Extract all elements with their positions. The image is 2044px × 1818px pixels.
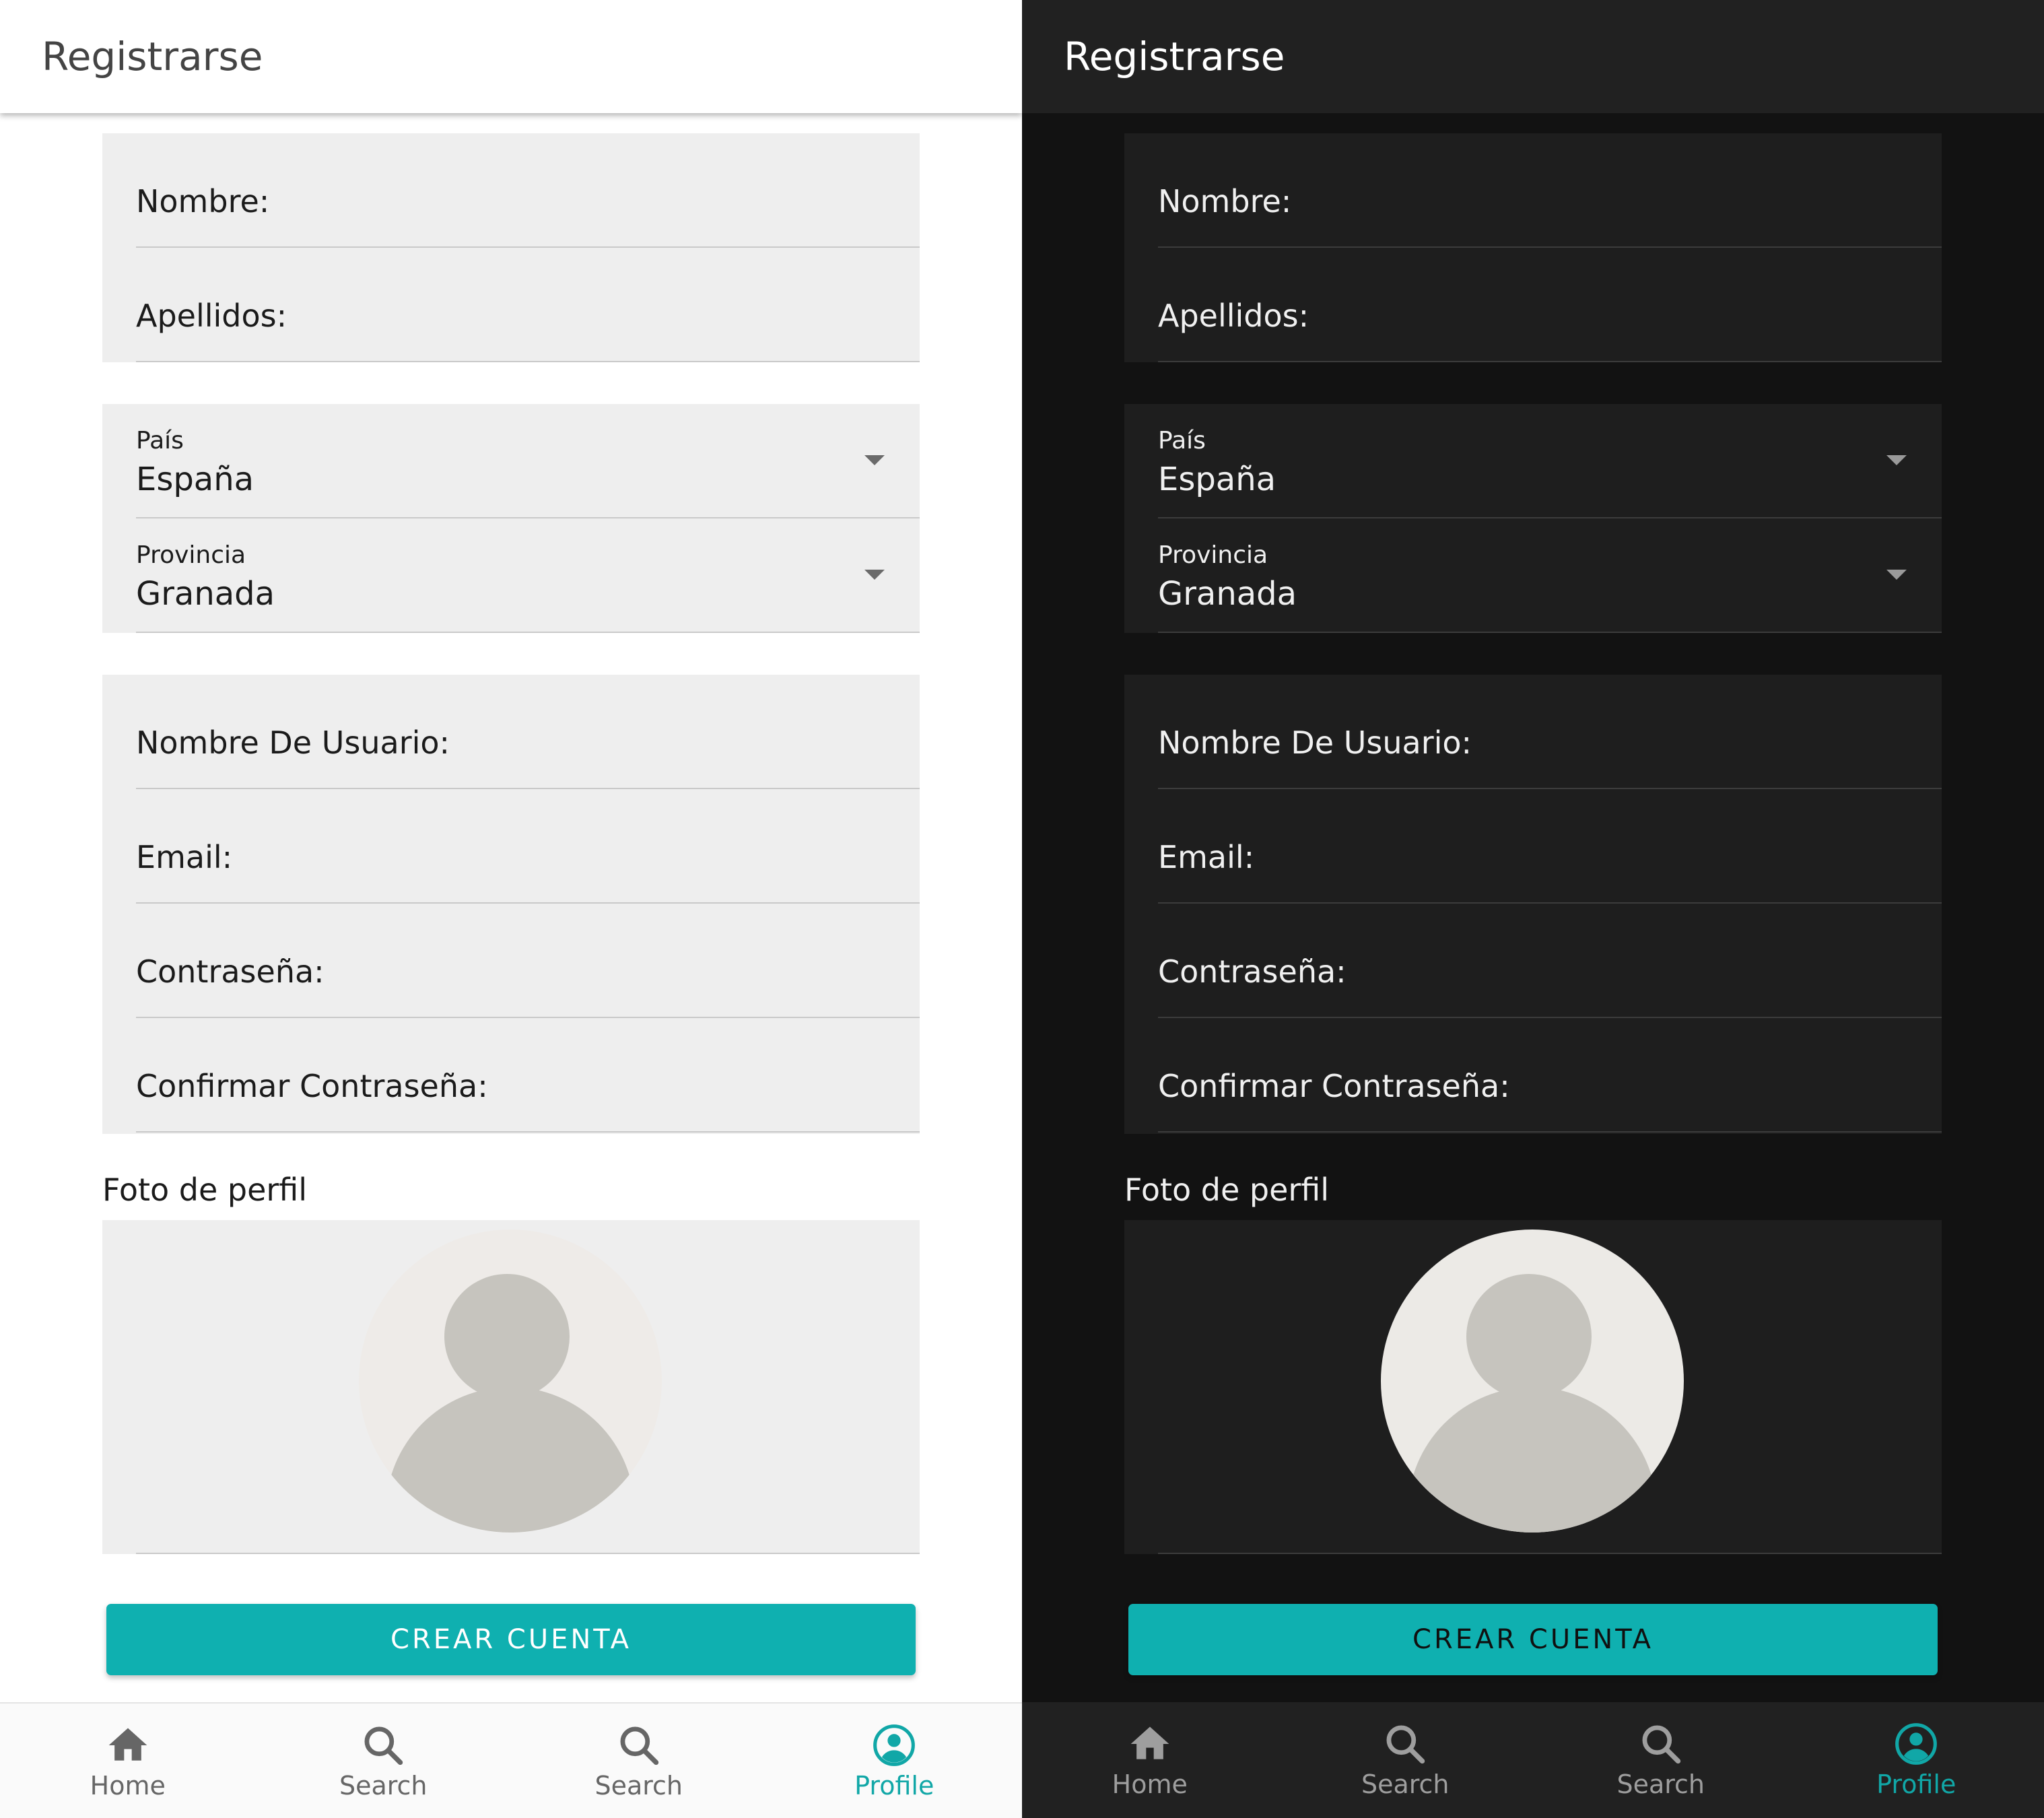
password-field[interactable]: Contraseña: xyxy=(136,904,920,1018)
password-label: Contraseña: xyxy=(136,953,325,990)
pais-label: País xyxy=(136,427,184,454)
home-icon xyxy=(1130,1726,1169,1759)
nav-profile-label: Profile xyxy=(1876,1770,1956,1799)
light-theme-screen: Registrarse Nombre: Apellidos: País Espa… xyxy=(0,0,1022,1818)
nombre-field[interactable]: Nombre: xyxy=(136,133,920,248)
provincia-label: Provincia xyxy=(1158,541,1268,569)
search-icon xyxy=(364,1726,403,1765)
search-icon xyxy=(1386,1725,1425,1764)
avatar-body xyxy=(386,1387,635,1533)
nav-search-2-label: Search xyxy=(594,1771,683,1800)
nav-profile[interactable]: Profile xyxy=(1789,1702,2044,1818)
nav-home[interactable]: Home xyxy=(0,1704,256,1818)
avatar-head xyxy=(1466,1274,1592,1399)
email-field[interactable]: Email: xyxy=(136,789,920,904)
page-title: Registrarse xyxy=(42,34,263,79)
apellidos-label: Apellidos: xyxy=(136,298,287,334)
profile-icon xyxy=(1895,1723,1938,1765)
usuario-field[interactable]: Nombre De Usuario: xyxy=(1158,675,1942,789)
account-card: Nombre De Usuario: Email: Contraseña: Co… xyxy=(102,675,920,1134)
profile-photo-picker[interactable] xyxy=(1124,1220,1942,1554)
nav-home[interactable]: Home xyxy=(1022,1702,1278,1818)
pais-select[interactable]: País España xyxy=(1158,404,1942,518)
name-card: Nombre: Apellidos: xyxy=(1124,133,1942,362)
dropdown-arrow-icon[interactable] xyxy=(864,570,885,580)
confirm-password-field[interactable]: Confirmar Contraseña: xyxy=(1158,1018,1942,1133)
bottom-nav: Home Search Search Profile xyxy=(0,1702,1022,1818)
search-icon xyxy=(1642,1725,1680,1764)
photo-label: Foto de perfil xyxy=(102,1172,308,1208)
nav-search-label: Search xyxy=(1361,1770,1450,1799)
dark-theme-screen: Registrarse Nombre: Apellidos: País Espa… xyxy=(1022,0,2044,1818)
provincia-select[interactable]: Provincia Granada xyxy=(136,518,920,633)
nav-search-label: Search xyxy=(339,1771,428,1800)
usuario-field[interactable]: Nombre De Usuario: xyxy=(136,675,920,789)
nav-search-2[interactable]: Search xyxy=(1533,1702,1789,1818)
nav-profile[interactable]: Profile xyxy=(767,1704,1023,1818)
search-icon xyxy=(620,1726,658,1765)
app-bar: Registrarse xyxy=(1022,0,2044,113)
avatar-placeholder-icon[interactable] xyxy=(359,1230,662,1533)
password-label: Contraseña: xyxy=(1158,953,1347,990)
pais-label: País xyxy=(1158,427,1206,454)
account-card: Nombre De Usuario: Email: Contraseña: Co… xyxy=(1124,675,1942,1134)
pais-value: España xyxy=(136,461,254,498)
confirm-password-label: Confirmar Contraseña: xyxy=(1158,1068,1510,1104)
email-label: Email: xyxy=(136,839,233,875)
provincia-value: Granada xyxy=(1158,575,1297,613)
dropdown-arrow-icon[interactable] xyxy=(1886,570,1907,580)
page-title: Registrarse xyxy=(1064,34,1285,79)
provincia-select[interactable]: Provincia Granada xyxy=(1158,518,1942,633)
home-icon xyxy=(108,1728,147,1761)
create-account-button[interactable]: CREAR CUENTA xyxy=(106,1604,916,1675)
nav-profile-label: Profile xyxy=(854,1771,934,1800)
location-card: País España Provincia Granada xyxy=(1124,404,1942,633)
nav-search[interactable]: Search xyxy=(1278,1702,1534,1818)
avatar-head xyxy=(444,1274,570,1399)
password-field[interactable]: Contraseña: xyxy=(1158,904,1942,1018)
nombre-label: Nombre: xyxy=(136,183,270,220)
usuario-label: Nombre De Usuario: xyxy=(1158,725,1472,761)
provincia-label: Provincia xyxy=(136,541,246,569)
apellidos-field[interactable]: Apellidos: xyxy=(136,248,920,362)
location-card: País España Provincia Granada xyxy=(102,404,920,633)
photo-label: Foto de perfil xyxy=(1124,1172,1330,1208)
profile-photo-picker[interactable] xyxy=(102,1220,920,1554)
provincia-value: Granada xyxy=(136,575,275,613)
name-card: Nombre: Apellidos: xyxy=(102,133,920,362)
dropdown-arrow-icon[interactable] xyxy=(1886,455,1907,465)
avatar-body xyxy=(1408,1387,1657,1533)
nav-home-label: Home xyxy=(90,1771,166,1800)
nav-home-label: Home xyxy=(1112,1770,1188,1799)
apellidos-label: Apellidos: xyxy=(1158,298,1309,334)
nombre-label: Nombre: xyxy=(1158,183,1292,220)
email-field[interactable]: Email: xyxy=(1158,789,1942,904)
pais-select[interactable]: País España xyxy=(136,404,920,518)
app-bar: Registrarse xyxy=(0,0,1022,113)
profile-icon xyxy=(873,1724,916,1766)
apellidos-field[interactable]: Apellidos: xyxy=(1158,248,1942,362)
usuario-label: Nombre De Usuario: xyxy=(136,725,450,761)
pais-value: España xyxy=(1158,461,1276,498)
nombre-field[interactable]: Nombre: xyxy=(1158,133,1942,248)
nav-search[interactable]: Search xyxy=(256,1704,512,1818)
confirm-password-label: Confirmar Contraseña: xyxy=(136,1068,488,1104)
confirm-password-field[interactable]: Confirmar Contraseña: xyxy=(136,1018,920,1133)
avatar-placeholder-icon[interactable] xyxy=(1381,1230,1684,1533)
nav-search-2[interactable]: Search xyxy=(511,1704,767,1818)
photo-underline xyxy=(136,1553,920,1554)
nav-search-2-label: Search xyxy=(1616,1770,1705,1799)
email-label: Email: xyxy=(1158,839,1255,875)
bottom-nav: Home Search Search Profile xyxy=(1022,1702,2044,1818)
photo-underline xyxy=(1158,1553,1942,1554)
dropdown-arrow-icon[interactable] xyxy=(864,455,885,465)
create-account-button[interactable]: CREAR CUENTA xyxy=(1128,1604,1938,1675)
